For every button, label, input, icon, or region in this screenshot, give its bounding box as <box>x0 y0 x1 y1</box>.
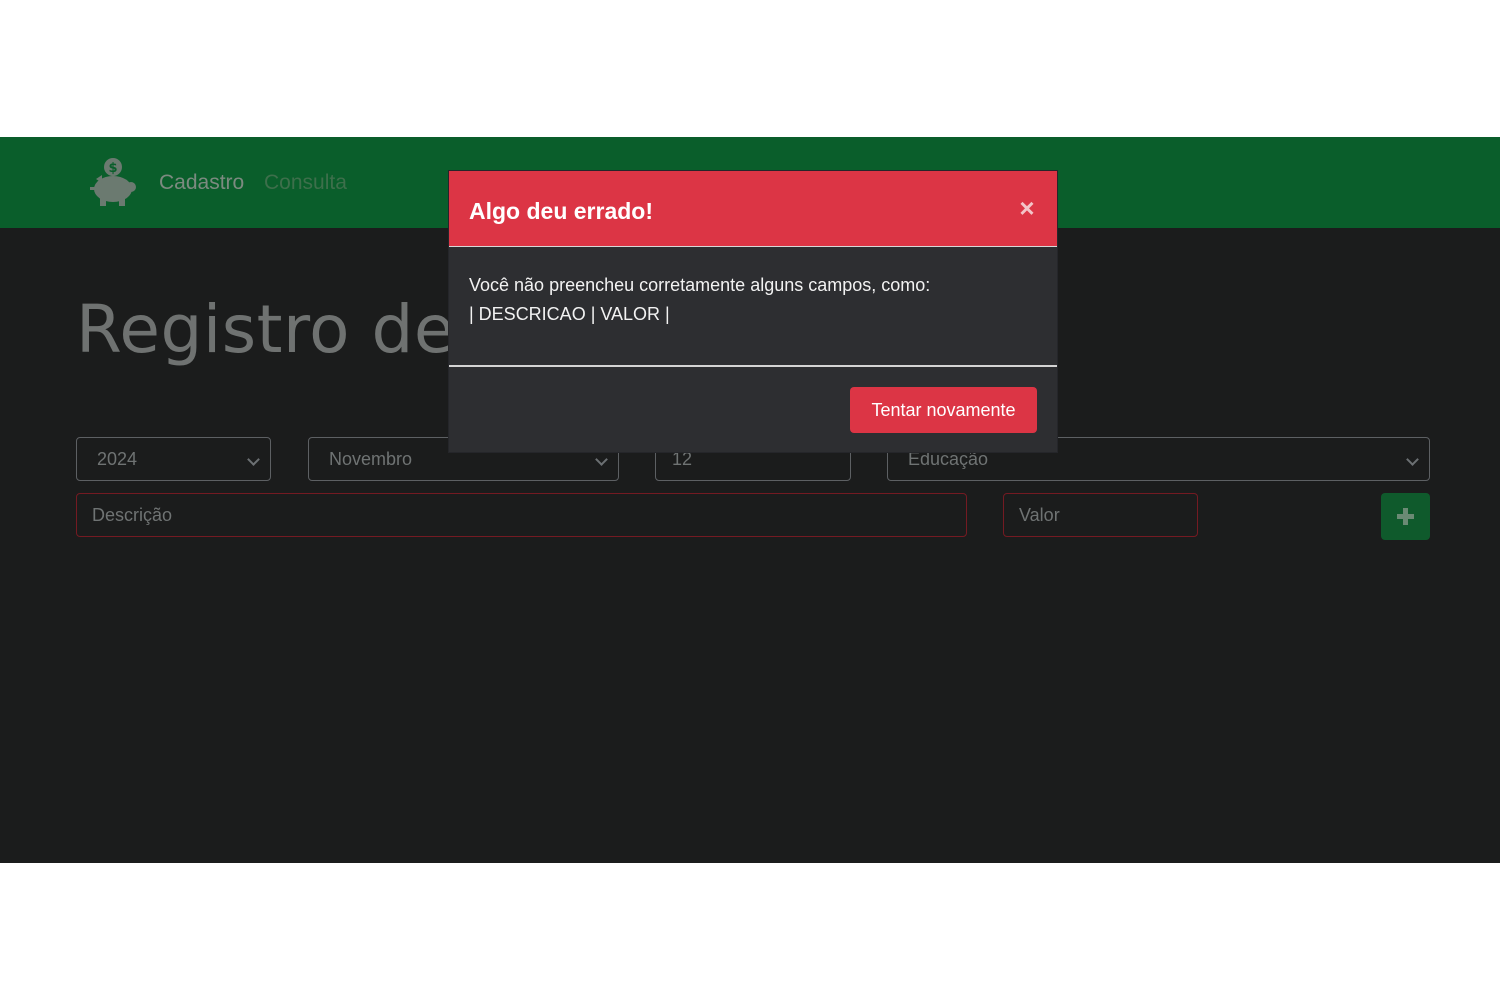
modal-footer: Tentar novamente <box>449 365 1057 452</box>
nav-cadastro[interactable]: Cadastro <box>159 170 244 196</box>
valor-input[interactable]: Valor <box>1003 493 1198 537</box>
day-input-value: 12 <box>672 449 693 469</box>
month-select-value: Novembro <box>329 449 413 469</box>
svg-text:$: $ <box>108 161 117 176</box>
modal-title: Algo deu errado! <box>469 198 654 224</box>
retry-button[interactable]: Tentar novamente <box>850 387 1037 433</box>
year-select-value: 2024 <box>97 449 138 469</box>
category-select-value: Educação <box>908 449 989 469</box>
modal-message-fields: | DESCRICAO | VALOR | <box>469 304 670 324</box>
error-modal: Algo deu errado! × Você não preencheu co… <box>449 171 1057 452</box>
chevron-down-icon <box>595 453 608 466</box>
modal-header: Algo deu errado! × <box>449 171 1057 247</box>
modal-message-line: Você não preencheu corretamente alguns c… <box>469 275 931 295</box>
description-input[interactable]: Descrição <box>76 493 967 537</box>
piggy-bank-icon[interactable]: $ <box>88 157 138 209</box>
valor-placeholder: Valor <box>1019 505 1060 525</box>
nav-consulta[interactable]: Consulta <box>264 170 347 196</box>
close-icon[interactable]: × <box>1015 195 1039 221</box>
year-select[interactable]: 2024 <box>76 437 271 481</box>
chevron-down-icon <box>247 453 260 466</box>
add-button[interactable] <box>1381 493 1430 540</box>
modal-body: Você não preencheu corretamente alguns c… <box>469 271 1029 329</box>
chevron-down-icon <box>1406 453 1419 466</box>
description-placeholder: Descrição <box>92 505 173 525</box>
